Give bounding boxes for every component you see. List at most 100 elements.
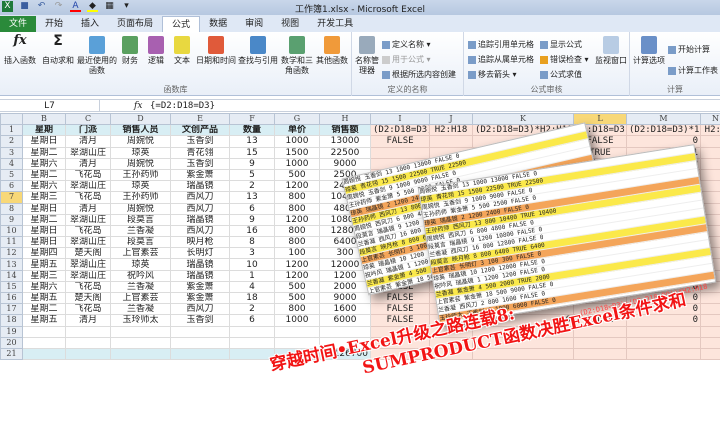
insert-function-fx-icon[interactable]: fx: [134, 100, 142, 112]
cell[interactable]: 2500: [319, 168, 371, 182]
cell[interactable]: 0: [472, 135, 574, 148]
cell[interactable]: 2000: [319, 280, 371, 294]
cell[interactable]: 青花翎: [170, 146, 230, 159]
cell[interactable]: 6: [229, 202, 275, 215]
column-header-E[interactable]: E: [170, 112, 230, 126]
cell[interactable]: [170, 336, 230, 349]
logical-button[interactable]: 逻辑: [144, 36, 168, 66]
cell[interactable]: 12800: [319, 224, 371, 238]
cell[interactable]: 段莫言: [110, 213, 171, 226]
watch-window-button[interactable]: 监视窗口: [594, 36, 628, 66]
cell[interactable]: [700, 280, 720, 294]
cell[interactable]: [170, 325, 230, 338]
cell[interactable]: 18: [229, 291, 275, 305]
cell[interactable]: 15: [229, 146, 275, 159]
cell[interactable]: 100: [274, 247, 320, 260]
name-manager-button[interactable]: 名称管理器: [354, 36, 380, 76]
cell[interactable]: 王孙药师: [110, 191, 171, 204]
cell[interactable]: 星期二: [22, 213, 66, 226]
cell[interactable]: [472, 202, 574, 215]
cell[interactable]: [429, 280, 473, 294]
column-header-G[interactable]: G: [274, 112, 320, 126]
cell[interactable]: [472, 269, 574, 282]
cell[interactable]: 13: [229, 135, 275, 148]
cell[interactable]: 紫金箫: [170, 280, 230, 294]
cell[interactable]: 1000: [274, 135, 320, 148]
cell[interactable]: [370, 180, 430, 193]
cell[interactable]: 1200: [319, 269, 371, 282]
row-header[interactable]: 20: [0, 336, 23, 349]
column-header-F[interactable]: F: [229, 112, 275, 126]
cell[interactable]: 22500: [319, 146, 371, 159]
cell[interactable]: [429, 224, 473, 238]
define-name-button[interactable]: 定义名称 ▾: [382, 39, 431, 50]
row-header[interactable]: 21: [0, 347, 23, 361]
cell[interactable]: 星期: [22, 124, 66, 137]
row-header[interactable]: 14: [0, 269, 23, 282]
cell[interactable]: 周婉悦: [110, 202, 171, 215]
recently-used-button[interactable]: 最近使用的函数: [76, 36, 118, 76]
cell[interactable]: [472, 247, 574, 260]
row-header[interactable]: 6: [0, 180, 23, 193]
cell[interactable]: [700, 224, 720, 238]
column-header-B[interactable]: B: [22, 112, 66, 126]
cell[interactable]: [700, 157, 720, 170]
row-header[interactable]: 16: [0, 291, 23, 305]
cell[interactable]: [626, 247, 701, 260]
cell[interactable]: [573, 213, 627, 226]
cell[interactable]: [700, 258, 720, 271]
cell[interactable]: 500: [274, 291, 320, 305]
trace-dependents-button[interactable]: 追踪从属单元格: [468, 54, 534, 65]
cell[interactable]: 0: [626, 157, 701, 170]
cell[interactable]: 1: [626, 146, 701, 159]
cell[interactable]: 瑞晶镜: [170, 213, 230, 226]
cell[interactable]: 1000: [274, 157, 320, 170]
cell[interactable]: [573, 191, 627, 204]
cell[interactable]: 琼英: [110, 258, 171, 271]
cell[interactable]: [472, 224, 574, 238]
cell[interactable]: 瑞晶镜: [170, 269, 230, 282]
cell[interactable]: 上官素芸: [110, 291, 171, 305]
cell[interactable]: [22, 347, 66, 361]
cell[interactable]: [626, 347, 701, 361]
cell[interactable]: 飞花岛: [65, 191, 111, 204]
cell[interactable]: 翠湖山庄: [65, 269, 111, 282]
cell[interactable]: [573, 236, 627, 249]
cell[interactable]: [429, 247, 473, 260]
remove-arrows-button[interactable]: 移去箭头 ▾: [468, 69, 517, 80]
column-header-N[interactable]: N: [700, 112, 720, 126]
cell[interactable]: [573, 347, 627, 361]
cell[interactable]: [370, 157, 430, 170]
row-header[interactable]: 10: [0, 224, 23, 238]
cell[interactable]: 3: [229, 247, 275, 260]
insert-function-button[interactable]: fx 插入函数: [2, 34, 38, 66]
math-trig-button[interactable]: 数学和三角函数: [280, 36, 314, 76]
cell[interactable]: 玉香剑: [170, 157, 230, 170]
cell[interactable]: 800: [274, 236, 320, 249]
row-header[interactable]: 5: [0, 168, 23, 182]
cell[interactable]: 1500: [274, 146, 320, 159]
column-header-J[interactable]: J: [429, 112, 473, 126]
cell[interactable]: 2400: [319, 180, 371, 193]
cell[interactable]: 星期二: [22, 146, 66, 159]
cell[interactable]: 玉玲师太: [110, 314, 171, 327]
cell[interactable]: [22, 325, 66, 338]
cell[interactable]: [370, 213, 430, 226]
cell[interactable]: 销售人员: [110, 124, 171, 137]
cell[interactable]: 800: [274, 202, 320, 215]
more-functions-button[interactable]: 其他函数: [314, 36, 350, 66]
cell[interactable]: 星期五: [22, 258, 66, 271]
cell[interactable]: 1: [229, 269, 275, 282]
row-header[interactable]: 4: [0, 157, 23, 170]
column-header-C[interactable]: C: [65, 112, 111, 126]
cell[interactable]: 星期日: [22, 224, 66, 238]
cell[interactable]: 飞花岛: [65, 168, 111, 182]
cell[interactable]: [429, 180, 473, 193]
cell[interactable]: 星期六: [22, 280, 66, 294]
cell[interactable]: [429, 146, 473, 159]
cell[interactable]: [573, 336, 627, 349]
cell[interactable]: FALSE: [573, 135, 627, 148]
cell[interactable]: [573, 224, 627, 238]
cell[interactable]: 6: [229, 314, 275, 327]
cell[interactable]: 周婉悦: [110, 157, 171, 170]
